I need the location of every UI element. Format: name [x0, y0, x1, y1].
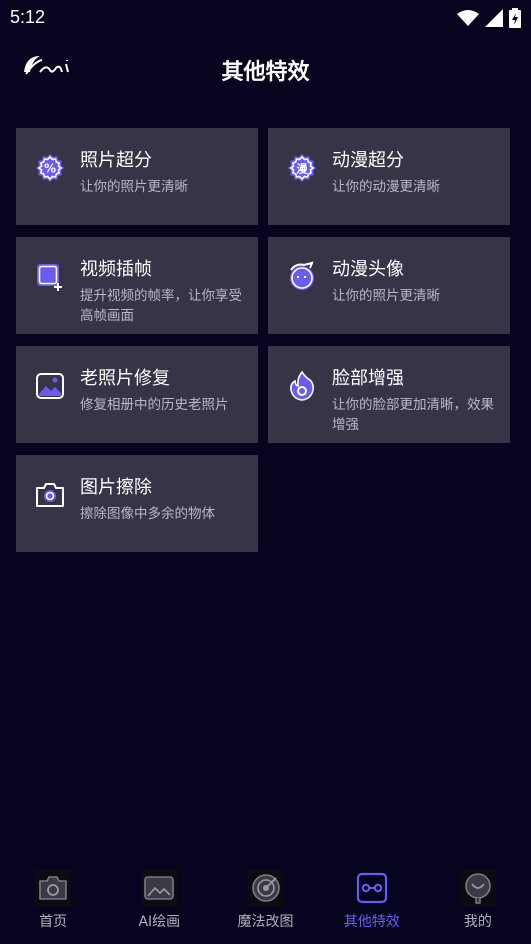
nav-home[interactable]: 首页 — [0, 866, 106, 944]
nav-label: 其他特效 — [343, 914, 400, 930]
card-face-enhance[interactable]: 脸部增强 让你的脸部更加清晰，效果增强 — [268, 346, 510, 443]
bottom-nav: 首页 AI绘画 魔法改图 其他特效 我的 — [0, 866, 531, 944]
wifi-icon — [457, 10, 479, 26]
card-image-erase[interactable]: 图片擦除 擦除图像中多余的物体 — [16, 455, 258, 552]
camera-icon — [35, 870, 72, 906]
nav-ai-painting[interactable]: AI绘画 — [106, 866, 212, 944]
video-add-icon — [37, 264, 62, 291]
card-desc: 让你的脸部更加清晰，效果增强 — [332, 397, 494, 433]
card-title: 图片擦除 — [80, 477, 152, 498]
signal-icon — [485, 9, 503, 27]
card-title: 视频插帧 — [80, 259, 152, 280]
picture-icon — [141, 870, 178, 906]
svg-text:漫: 漫 — [297, 162, 309, 176]
card-old-photo[interactable]: 老照片修复 修复相册中的历史老照片 — [16, 346, 258, 443]
header: 其他特效 — [0, 40, 531, 96]
image-icon — [36, 373, 64, 399]
svg-text:%: % — [44, 162, 56, 176]
page-title: 其他特效 — [221, 60, 310, 85]
card-title: 动漫超分 — [332, 150, 404, 171]
profile-icon — [459, 870, 496, 906]
card-title: 老照片修复 — [80, 368, 170, 389]
card-desc: 擦除图像中多余的物体 — [80, 506, 215, 522]
anime-face-icon — [290, 261, 314, 290]
status-bar: 5:12 — [0, 0, 531, 36]
anime-badge-icon: 漫 — [288, 154, 316, 182]
nav-profile[interactable]: 我的 — [425, 866, 531, 944]
nav-label: 首页 — [39, 914, 68, 930]
card-anime-avatar[interactable]: 动漫头像 让你的照片更清晰 — [268, 237, 510, 334]
card-title: 脸部增强 — [332, 368, 404, 389]
card-desc: 修复相册中的历史老照片 — [80, 397, 229, 413]
feature-grid: % 照片超分 让你的照片更清晰 漫 动漫超分 让你的动漫更清晰 视频插帧 提升视… — [16, 128, 510, 552]
card-desc: 让你的动漫更清晰 — [332, 179, 440, 195]
status-time: 5:12 — [10, 7, 46, 27]
flame-icon — [290, 370, 314, 401]
nav-label: AI绘画 — [138, 914, 181, 930]
card-desc: 提升视频的帧率，让你享受高帧画面 — [80, 288, 242, 324]
radar-icon — [247, 870, 284, 906]
battery-icon — [509, 8, 521, 28]
card-title: 动漫头像 — [332, 259, 404, 280]
card-anime-superres[interactable]: 漫 动漫超分 让你的动漫更清晰 — [268, 128, 510, 225]
camera-icon — [36, 483, 64, 507]
card-desc: 让你的照片更清晰 — [332, 288, 440, 304]
percent-badge-icon: % — [36, 154, 64, 182]
card-title: 照片超分 — [80, 150, 152, 171]
nav-label: 魔法改图 — [237, 914, 294, 930]
status-icons — [457, 8, 521, 28]
link-icon — [356, 872, 387, 904]
nav-label: 我的 — [463, 914, 492, 930]
card-video-interp[interactable]: 视频插帧 提升视频的帧率，让你享受高帧画面 — [16, 237, 258, 334]
card-photo-superres[interactable]: % 照片超分 让你的照片更清晰 — [16, 128, 258, 225]
nav-other-effects[interactable]: 其他特效 — [319, 866, 425, 944]
card-desc: 让你的照片更清晰 — [80, 179, 188, 195]
nav-magic-edit[interactable]: 魔法改图 — [212, 866, 318, 944]
